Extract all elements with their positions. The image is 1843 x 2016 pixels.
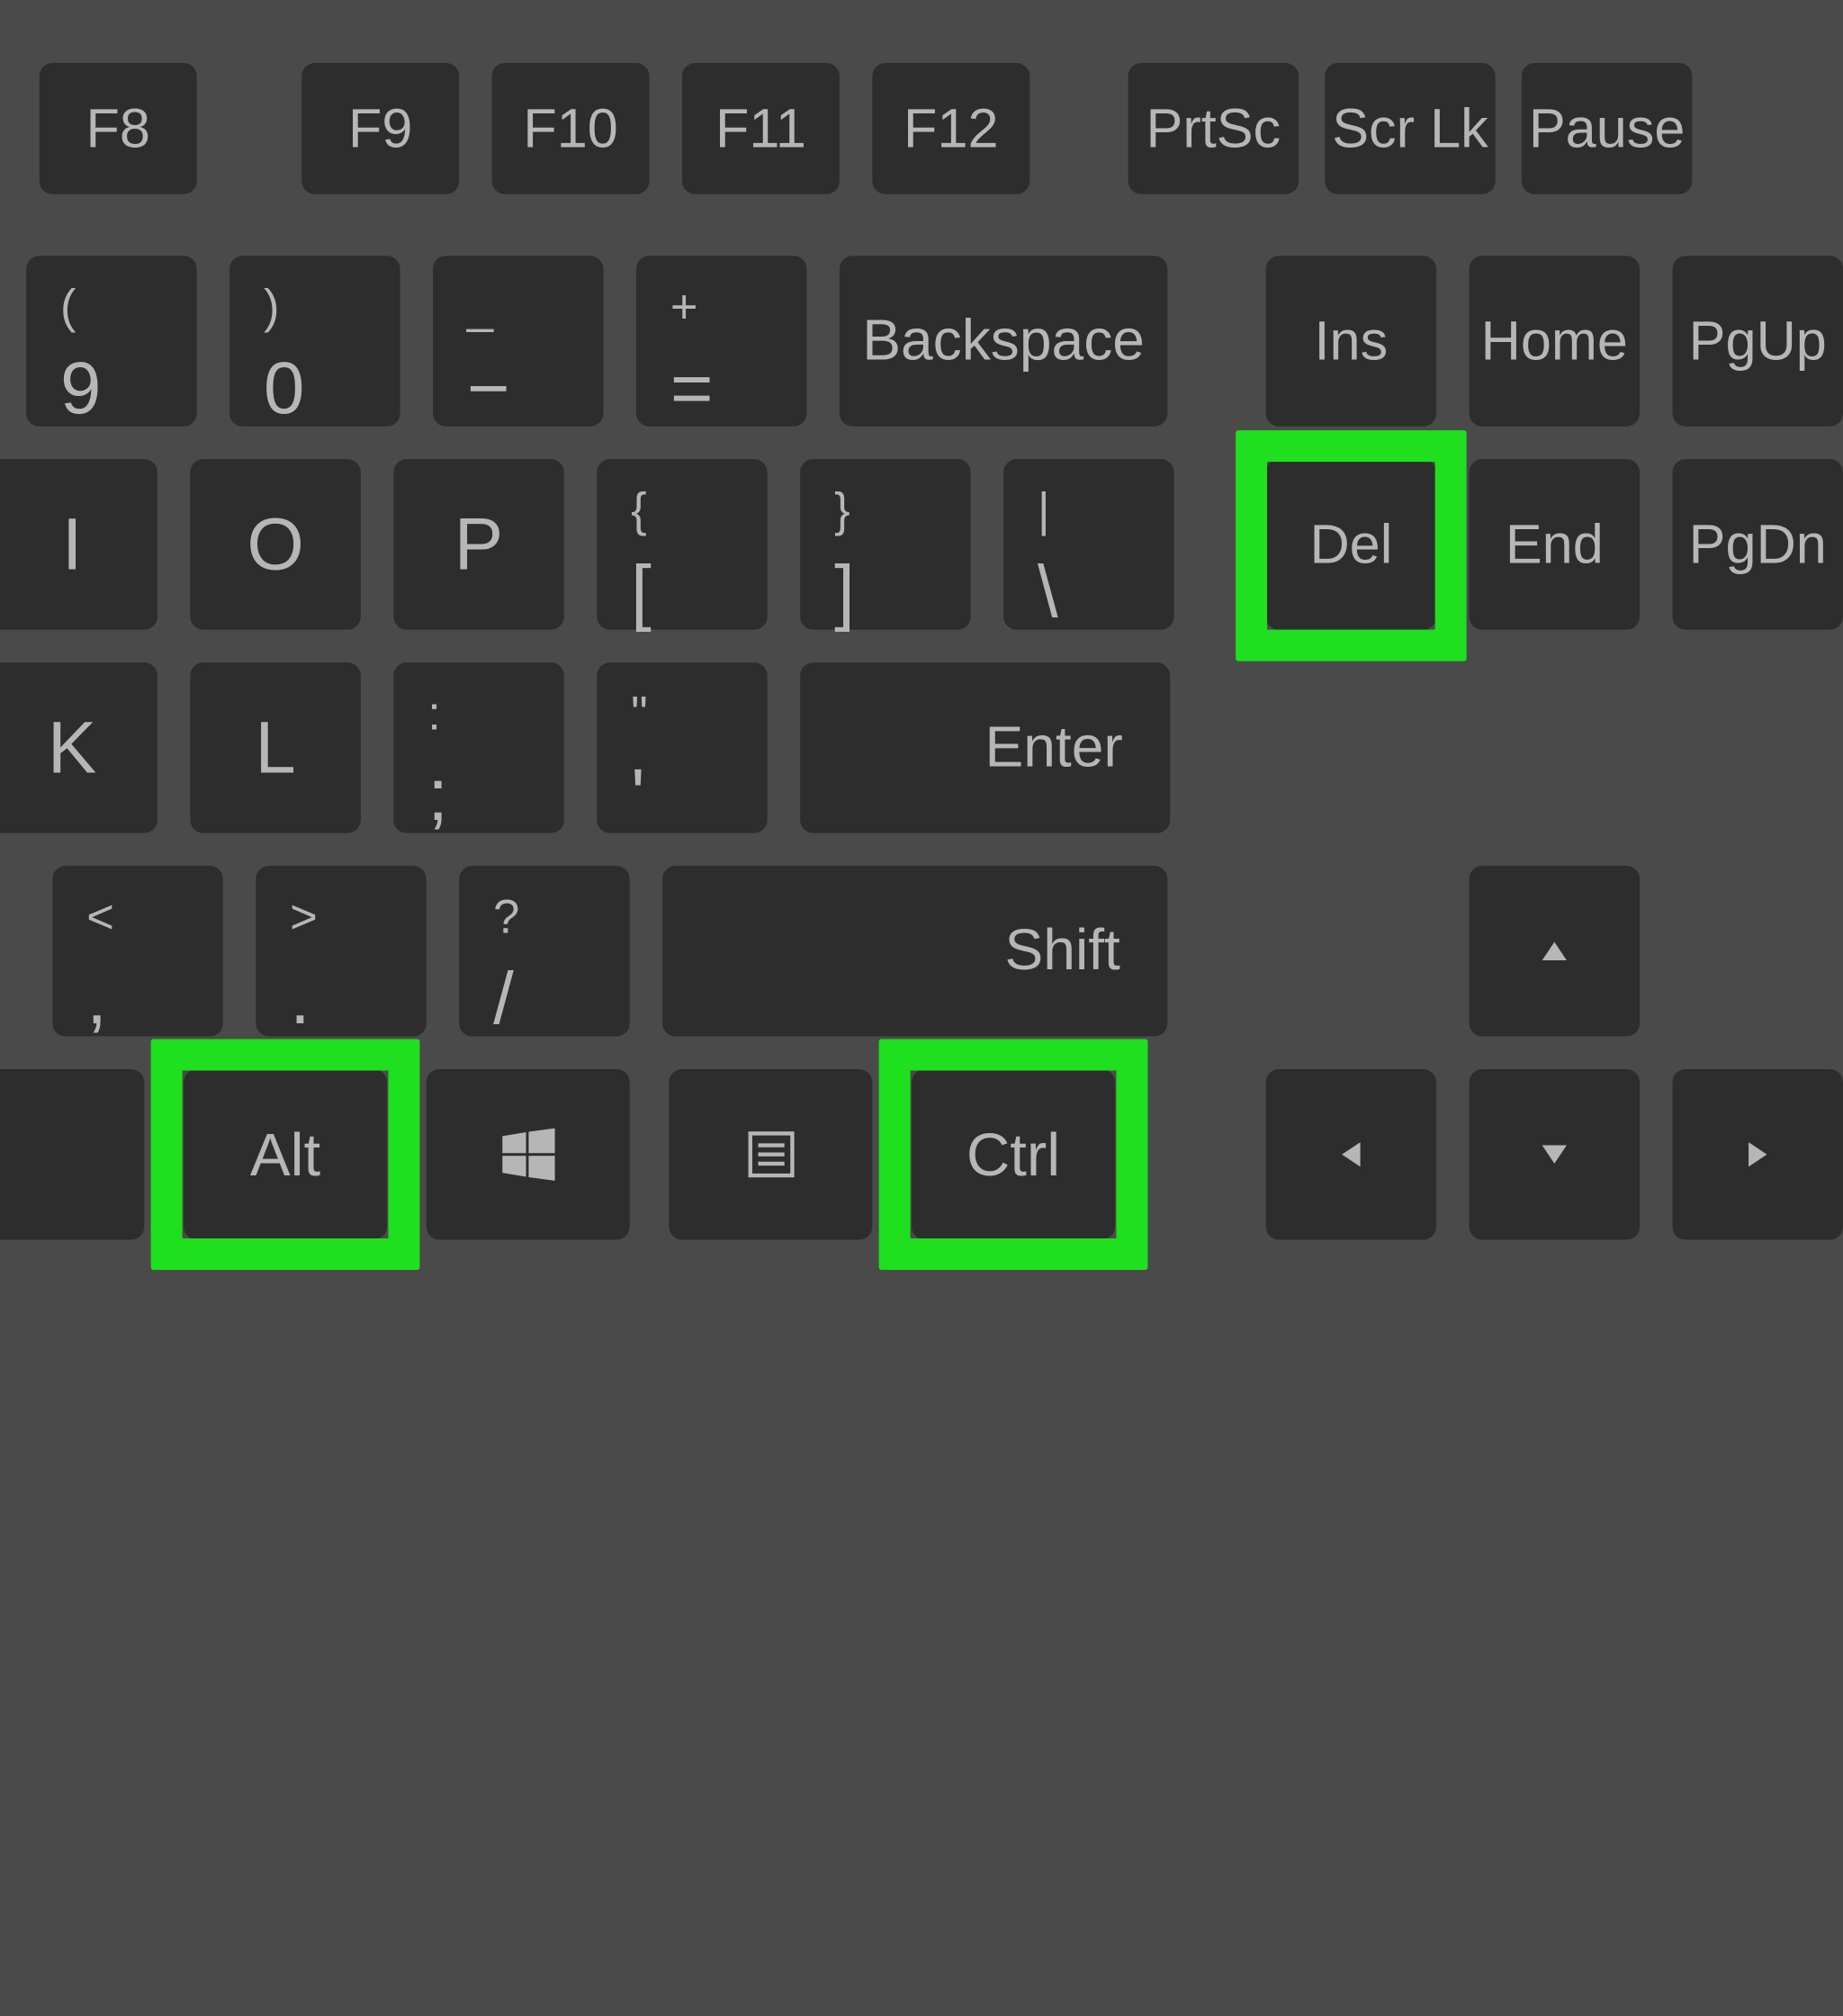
key-slash[interactable]: ? / bbox=[459, 866, 629, 1036]
key-label: K bbox=[48, 711, 96, 785]
key-ins[interactable]: Ins bbox=[1266, 256, 1436, 426]
key-minus[interactable]: _ − bbox=[433, 256, 603, 426]
key-label: Scr Lk bbox=[1332, 97, 1488, 160]
arrow-down-icon bbox=[1536, 1136, 1573, 1173]
key-label: Alt bbox=[250, 1119, 320, 1190]
key-label: = bbox=[670, 345, 714, 430]
key-quote[interactable]: " ' bbox=[597, 662, 767, 832]
key-label: P bbox=[454, 508, 503, 581]
key-end[interactable]: End bbox=[1470, 459, 1640, 629]
key-k[interactable]: K bbox=[0, 662, 157, 832]
key-del[interactable]: Del bbox=[1266, 459, 1436, 629]
key-label: F8 bbox=[85, 97, 149, 160]
key-pgup[interactable]: PgUp bbox=[1673, 256, 1843, 426]
key-label: ; bbox=[427, 752, 448, 837]
key-label: \ bbox=[1038, 548, 1058, 634]
key-label: Ins bbox=[1315, 310, 1389, 373]
key-shifted-label: : bbox=[427, 686, 441, 741]
key-label: F12 bbox=[904, 97, 998, 160]
key-prtsc[interactable]: PrtSc bbox=[1128, 63, 1299, 194]
key-shifted-label: + bbox=[670, 279, 698, 334]
key-label: ] bbox=[834, 548, 855, 634]
key-label: F10 bbox=[523, 97, 617, 160]
key-label: Enter bbox=[984, 715, 1122, 780]
arrow-left-icon bbox=[1333, 1136, 1370, 1173]
key-label: [ bbox=[631, 548, 652, 634]
key-f10[interactable]: F10 bbox=[492, 63, 650, 194]
key-shifted-label: " bbox=[631, 686, 648, 741]
key-shifted-label: ) bbox=[264, 279, 279, 334]
keyboard: F8 F9 F10 F11 F12 PrtSc Scr Lk Pause ( 9… bbox=[0, 0, 1843, 2016]
key-0[interactable]: ) 0 bbox=[229, 256, 400, 426]
arrow-right-icon bbox=[1740, 1136, 1776, 1173]
key-down-arrow[interactable] bbox=[1470, 1069, 1640, 1239]
windows-icon bbox=[497, 1123, 560, 1186]
key-lbracket[interactable]: { [ bbox=[597, 459, 767, 629]
key-shifted-label: ? bbox=[493, 889, 519, 944]
key-left-arrow[interactable] bbox=[1266, 1069, 1436, 1239]
key-shift[interactable]: Shift bbox=[662, 866, 1167, 1036]
key-label: ' bbox=[631, 752, 645, 837]
key-f12[interactable]: F12 bbox=[872, 63, 1029, 194]
key-up-arrow[interactable] bbox=[1470, 866, 1640, 1036]
key-9[interactable]: ( 9 bbox=[26, 256, 196, 426]
key-windows[interactable] bbox=[427, 1069, 630, 1239]
key-label: PgDn bbox=[1689, 513, 1827, 576]
key-label: F9 bbox=[348, 97, 412, 160]
key-label: Del bbox=[1309, 513, 1392, 576]
key-enter[interactable]: Enter bbox=[800, 662, 1170, 832]
key-right-arrow[interactable] bbox=[1673, 1069, 1843, 1239]
key-pgdn[interactable]: PgDn bbox=[1673, 459, 1843, 629]
key-label: , bbox=[86, 955, 107, 1040]
key-label: . bbox=[290, 955, 310, 1040]
key-label: L bbox=[255, 711, 295, 785]
key-o[interactable]: O bbox=[190, 459, 360, 629]
key-label: Backspace bbox=[862, 309, 1145, 374]
key-label: 9 bbox=[60, 345, 101, 430]
key-ctrl[interactable]: Ctrl bbox=[912, 1069, 1115, 1239]
key-label: / bbox=[493, 955, 514, 1040]
key-equals[interactable]: + = bbox=[636, 256, 806, 426]
key-label: O bbox=[247, 508, 303, 581]
key-shifted-label: _ bbox=[467, 279, 493, 334]
key-p[interactable]: P bbox=[393, 459, 563, 629]
key-pause[interactable]: Pause bbox=[1522, 63, 1692, 194]
key-label: Home bbox=[1481, 310, 1628, 373]
key-f9[interactable]: F9 bbox=[301, 63, 459, 194]
key-f8[interactable]: F8 bbox=[40, 63, 197, 194]
key-alt[interactable]: Alt bbox=[184, 1069, 387, 1239]
key-comma[interactable]: < , bbox=[52, 866, 222, 1036]
key-label: PgUp bbox=[1689, 310, 1827, 373]
arrow-up-icon bbox=[1536, 932, 1573, 969]
key-i[interactable]: I bbox=[0, 459, 157, 629]
key-label: PrtSc bbox=[1146, 97, 1281, 160]
key-shifted-label: > bbox=[290, 889, 318, 944]
key-label: I bbox=[62, 508, 83, 581]
key-backspace[interactable]: Backspace bbox=[840, 256, 1167, 426]
key-backslash[interactable]: | \ bbox=[1003, 459, 1173, 629]
menu-icon bbox=[742, 1126, 799, 1184]
key-shifted-label: } bbox=[834, 482, 850, 537]
key-label: End bbox=[1506, 513, 1604, 576]
key-label: Ctrl bbox=[966, 1119, 1060, 1190]
key-label: − bbox=[467, 345, 510, 430]
key-shifted-label: ( bbox=[60, 279, 76, 334]
key-label: Pause bbox=[1529, 97, 1686, 160]
key-period[interactable]: > . bbox=[256, 866, 426, 1036]
key-shifted-label: | bbox=[1038, 482, 1050, 537]
key-label: 0 bbox=[264, 345, 304, 430]
key-scrlk[interactable]: Scr Lk bbox=[1325, 63, 1495, 194]
key-l[interactable]: L bbox=[190, 662, 360, 832]
key-home[interactable]: Home bbox=[1470, 256, 1640, 426]
key-label: F11 bbox=[715, 97, 806, 160]
key-f11[interactable]: F11 bbox=[682, 63, 840, 194]
key-blank-left[interactable] bbox=[0, 1069, 144, 1239]
key-shifted-label: < bbox=[86, 889, 114, 944]
key-label: Shift bbox=[1004, 918, 1119, 984]
key-menu[interactable] bbox=[669, 1069, 872, 1239]
key-rbracket[interactable]: } ] bbox=[800, 459, 970, 629]
key-shifted-label: { bbox=[631, 482, 647, 537]
key-semicolon[interactable]: : ; bbox=[393, 662, 563, 832]
